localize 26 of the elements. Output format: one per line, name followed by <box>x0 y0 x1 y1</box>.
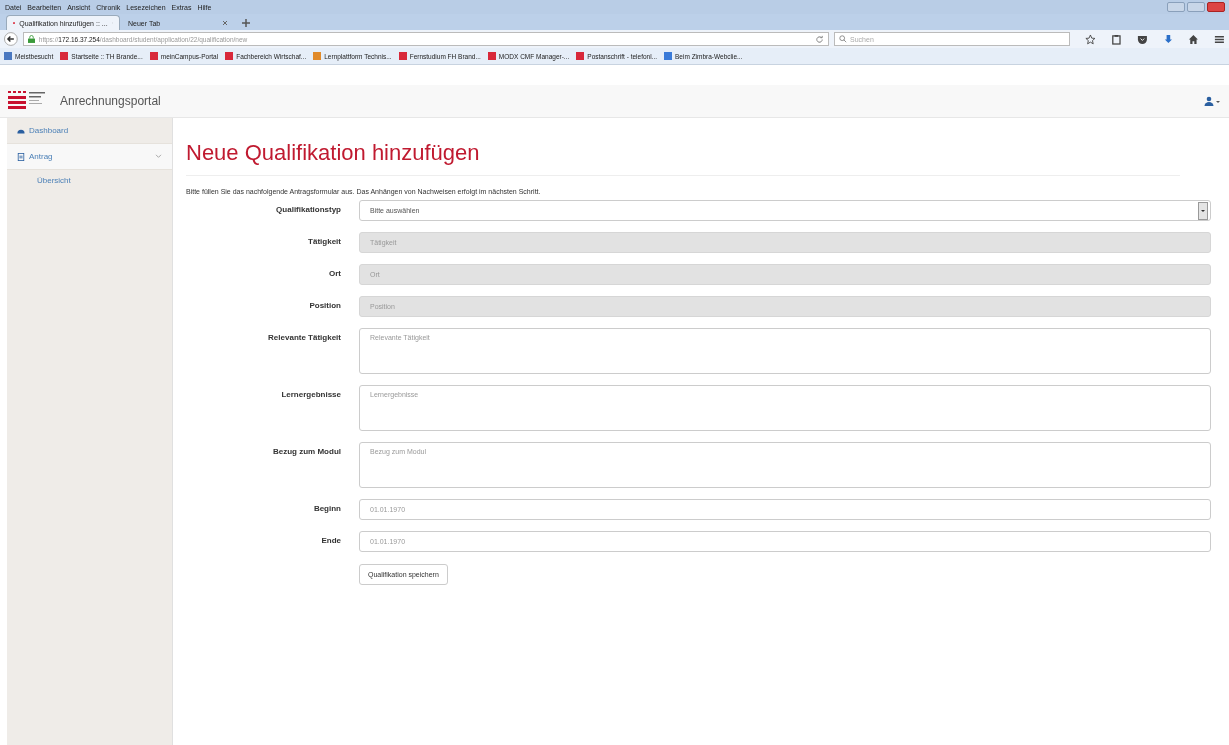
sidebar-item[interactable]: Antrag <box>7 144 172 170</box>
app-title[interactable]: Anrechnungsportal <box>60 94 161 108</box>
field-label: Ort <box>328 268 341 278</box>
back-icon[interactable] <box>4 32 18 46</box>
logo-drawing <box>8 91 48 111</box>
pocket-icon[interactable] <box>1136 33 1148 45</box>
field-label: Beginn <box>312 503 341 513</box>
page-heading: Neue Qualifikation hinzufügen <box>186 140 1180 176</box>
field-label: Relevante Tätigkeit <box>267 332 341 342</box>
sidebar-subitem[interactable]: Übersicht <box>7 170 172 190</box>
home-icon[interactable] <box>1188 33 1200 45</box>
search-icon <box>839 35 848 43</box>
field-label: Position <box>308 300 341 310</box>
field-label: Tätigkeit <box>307 236 341 246</box>
field-label: Bezug zum Modul <box>272 446 341 456</box>
close-button[interactable] <box>1207 2 1225 12</box>
menu-icon[interactable] <box>1214 33 1225 45</box>
lock-icon <box>27 35 35 43</box>
new-tab-icon[interactable] <box>242 19 250 27</box>
clipboard-icon[interactable] <box>1110 33 1122 45</box>
field-label: Ende <box>320 535 341 545</box>
document-icon <box>17 152 25 161</box>
star-icon[interactable] <box>1085 33 1096 45</box>
field-label: Qualifikationstyp <box>275 204 341 214</box>
field-label: Lernergebnisse <box>280 389 341 399</box>
reload-icon[interactable] <box>815 34 825 44</box>
